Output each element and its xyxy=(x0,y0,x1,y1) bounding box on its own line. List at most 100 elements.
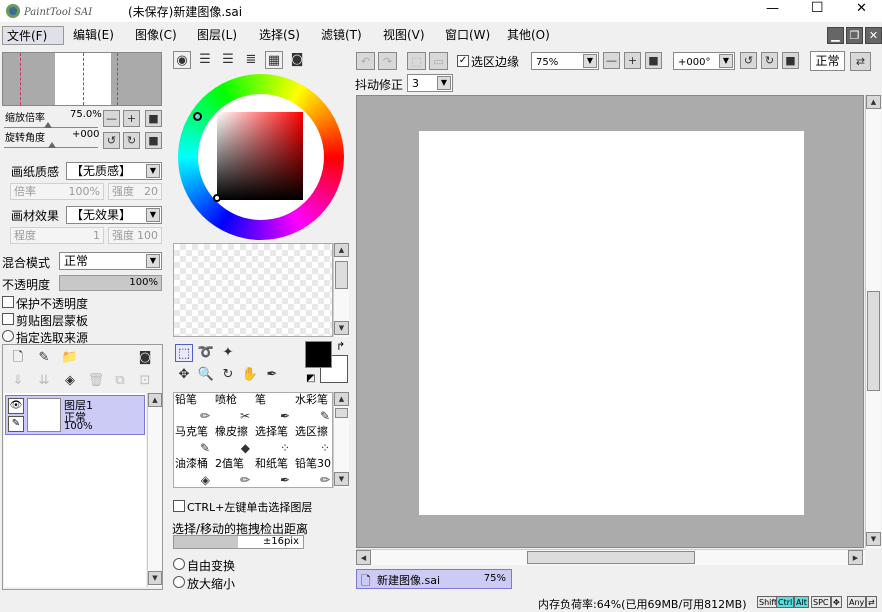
mdi-minimize-icon[interactable]: ▁ xyxy=(827,27,844,44)
magic-wand-icon[interactable]: ✦ xyxy=(219,344,237,362)
flip-horizontal-icon[interactable]: ⇄ xyxy=(850,52,871,71)
selection-source-radio[interactable] xyxy=(2,330,14,342)
brush-pencil30[interactable]: 铅笔30 ✏ xyxy=(294,457,333,488)
rotate-select[interactable]: +000° ▼ xyxy=(673,52,735,70)
brush-eraser[interactable]: 橡皮擦 ◆ xyxy=(214,425,253,456)
rotate-tool-icon[interactable]: ↻ xyxy=(219,366,237,384)
layer-scrollbar[interactable]: ▲ ▼ xyxy=(147,393,162,587)
new-folder-icon[interactable]: 📁 xyxy=(61,349,79,367)
rotate-right-icon[interactable]: ↻ xyxy=(761,52,778,69)
document-tab[interactable]: 🗋 新建图像.sai 75% xyxy=(356,569,512,589)
scroll-up-icon[interactable]: ▲ xyxy=(334,392,349,406)
hand-icon[interactable]: ✋ xyxy=(241,366,259,384)
foreground-color-swatch[interactable] xyxy=(305,341,332,368)
rotate-slider-handle[interactable] xyxy=(48,142,56,148)
zoom-reset-icon[interactable]: ■ xyxy=(645,52,662,69)
mdi-close-icon[interactable]: ✕ xyxy=(865,27,882,44)
color-wheel-icon[interactable]: ◉ xyxy=(173,51,191,69)
brush-pencil[interactable]: 铅笔 ✏ xyxy=(174,393,213,424)
menu-layer[interactable]: 图层(L) xyxy=(193,26,241,45)
merge-visible-icon[interactable]: ⧉ xyxy=(111,372,129,390)
transfer-down-icon[interactable]: ⇓ xyxy=(9,372,27,390)
pencil-lock-icon[interactable]: ✎ xyxy=(8,416,24,432)
reset-colors-icon[interactable]: ◩ xyxy=(306,373,315,384)
scroll-up-icon[interactable]: ▲ xyxy=(866,95,881,109)
color-mix-icon[interactable]: ≣ xyxy=(242,51,260,69)
zoom-slider-handle[interactable] xyxy=(44,122,52,128)
minimize-button[interactable]: — xyxy=(766,1,779,16)
lasso-icon[interactable]: ➰ xyxy=(197,344,215,362)
brush-pen[interactable]: 笔 ✒ xyxy=(254,393,293,424)
rect-select-icon[interactable]: ⬚ xyxy=(175,344,193,362)
eye-icon[interactable]: 👁 xyxy=(8,398,24,414)
swap-colors-icon[interactable]: ↱ xyxy=(336,340,345,353)
menu-filter[interactable]: 滤镜(T) xyxy=(317,26,366,45)
rotate-left-icon[interactable]: ↺ xyxy=(103,132,120,149)
swatch-area[interactable] xyxy=(173,243,333,337)
saturation-value-box[interactable] xyxy=(217,112,303,200)
brush-scrollbar[interactable]: ▲ ▼ xyxy=(333,392,349,488)
scroll-thumb[interactable] xyxy=(335,408,348,418)
material-effect-select[interactable]: 【无效果】 ▼ xyxy=(66,206,162,224)
canvas-page[interactable] xyxy=(419,131,804,515)
rotate-right-icon[interactable]: ↻ xyxy=(123,132,140,149)
brush-watercolor[interactable]: 水彩笔 ✎ xyxy=(294,393,333,424)
scroll-left-icon[interactable]: ◀ xyxy=(356,550,371,565)
zoom-slider[interactable] xyxy=(4,122,98,128)
scroll-down-icon[interactable]: ▼ xyxy=(334,472,349,486)
hue-cursor[interactable] xyxy=(193,112,202,121)
new-layer-icon[interactable]: 🗋 xyxy=(9,349,27,367)
zoom-tool-icon[interactable]: 🔍 xyxy=(197,366,215,384)
ctrl-select-checkbox[interactable] xyxy=(173,500,185,512)
undo-icon[interactable]: ↶ xyxy=(356,52,375,70)
swatch-scrollbar[interactable]: ▲ ▼ xyxy=(333,243,349,337)
sv-cursor[interactable] xyxy=(213,194,221,202)
menu-other[interactable]: 其他(O) xyxy=(503,26,554,45)
zoom-select[interactable]: 75% ▼ xyxy=(531,52,599,70)
scroll-down-icon[interactable]: ▼ xyxy=(866,532,881,546)
clip-mask-checkbox[interactable] xyxy=(2,313,14,325)
color-wheel[interactable] xyxy=(178,74,344,240)
new-vector-layer-icon[interactable]: ✎ xyxy=(35,349,53,367)
opacity-slider[interactable]: 100% xyxy=(59,275,162,291)
scroll-thumb[interactable] xyxy=(867,291,880,391)
layer-mask-icon[interactable]: ◙ xyxy=(136,349,154,367)
mdi-restore-icon[interactable]: ❐ xyxy=(846,27,863,44)
canvas-hscrollbar[interactable]: ◀ ▶ xyxy=(356,549,865,565)
drag-distance-slider[interactable]: ±16pix xyxy=(173,535,304,549)
zoom-out-icon[interactable]: — xyxy=(603,52,620,69)
flatten-icon[interactable]: ⊡ xyxy=(136,372,154,390)
paper-texture-select[interactable]: 【无质感】 ▼ xyxy=(66,162,162,180)
move-icon[interactable]: ✥ xyxy=(175,366,193,384)
invert-selection-icon[interactable]: ▭ xyxy=(429,52,448,70)
swatches-icon[interactable]: ▦ xyxy=(265,51,283,69)
menu-file[interactable]: 文件(F) xyxy=(2,26,64,45)
maximize-button[interactable]: ☐ xyxy=(811,0,824,16)
scroll-thumb[interactable] xyxy=(335,261,348,289)
menu-edit[interactable]: 编辑(E) xyxy=(69,26,118,45)
navigator-preview[interactable] xyxy=(2,52,162,106)
scroll-thumb[interactable] xyxy=(527,551,695,564)
redo-icon[interactable]: ↷ xyxy=(378,52,397,70)
brush-airbrush[interactable]: 喷枪 ✂ xyxy=(214,393,253,424)
hsv-slider-icon[interactable]: ☰ xyxy=(219,51,237,69)
rotate-reset-icon[interactable]: ■ xyxy=(145,132,162,149)
free-transform-radio[interactable] xyxy=(173,558,185,570)
stabilizer-select[interactable]: 3 ▼ xyxy=(407,74,453,92)
scroll-down-icon[interactable]: ▼ xyxy=(334,321,349,335)
menu-window[interactable]: 窗口(W) xyxy=(441,26,494,45)
scroll-down-icon[interactable]: ▼ xyxy=(148,571,162,585)
zoom-out-icon[interactable]: — xyxy=(103,110,120,127)
rotate-left-icon[interactable]: ↺ xyxy=(740,52,757,69)
eyedropper-icon[interactable]: ✒ xyxy=(263,366,281,384)
canvas-viewport[interactable] xyxy=(356,95,864,548)
brush-binary-pen[interactable]: 2值笔 ✏ xyxy=(214,457,253,488)
blend-mode-select[interactable]: 正常 ▼ xyxy=(59,252,162,270)
scroll-right-icon[interactable]: ▶ xyxy=(848,550,863,565)
zoom-reset-icon[interactable]: ■ xyxy=(145,110,162,127)
merge-down-icon[interactable]: ⇊ xyxy=(35,372,53,390)
canvas-vscrollbar[interactable]: ▲ ▼ xyxy=(865,95,881,548)
protect-opacity-checkbox[interactable] xyxy=(2,296,14,308)
deselect-icon[interactable]: ⬚ xyxy=(407,52,426,70)
brush-bucket[interactable]: 油漆桶 ◈ xyxy=(174,457,213,488)
